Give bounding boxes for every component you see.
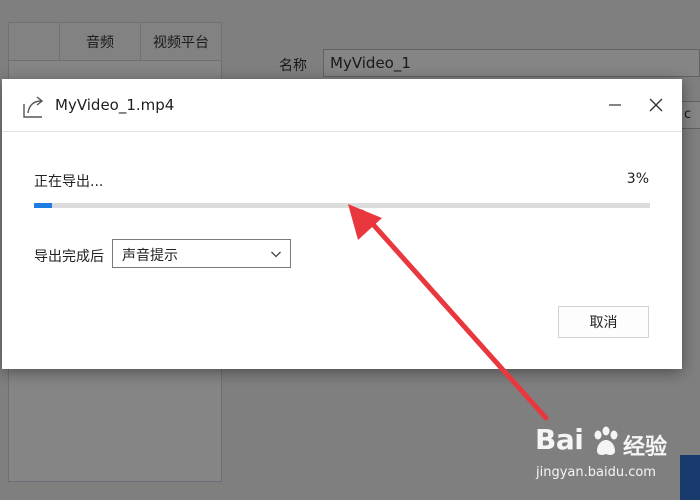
paw-icon — [594, 426, 618, 455]
watermark-url: jingyan.baidu.com — [536, 465, 656, 480]
export-share-icon — [23, 96, 44, 118]
export-dialog: MyVideo_1.mp4 正在导出... 3% 导出完成后 声音提示 取消 — [2, 79, 682, 369]
after-export-select-value: 声音提示 — [122, 248, 178, 264]
after-export-select[interactable]: 声音提示 — [112, 239, 291, 268]
dialog-title-bar: MyVideo_1.mp4 — [2, 79, 682, 132]
baidu-jingyan-watermark: Bai 经验 jingyan.baidu.com — [535, 423, 700, 493]
minimize-icon — [609, 104, 621, 106]
minimize-button[interactable] — [598, 89, 632, 121]
close-button[interactable] — [639, 89, 673, 121]
watermark-brand-cn: 经验 — [623, 435, 668, 460]
export-percent-text: 3% — [626, 171, 649, 187]
export-status-text: 正在导出... — [34, 174, 104, 190]
after-export-label: 导出完成后 — [34, 249, 104, 265]
export-progress-bar — [34, 203, 650, 208]
cancel-button[interactable]: 取消 — [558, 306, 649, 338]
close-icon — [649, 98, 663, 112]
watermark-brand-latin: Bai — [535, 423, 584, 456]
dialog-title: MyVideo_1.mp4 — [55, 96, 175, 114]
chevron-down-icon — [271, 251, 281, 258]
export-progress-fill — [34, 203, 53, 208]
